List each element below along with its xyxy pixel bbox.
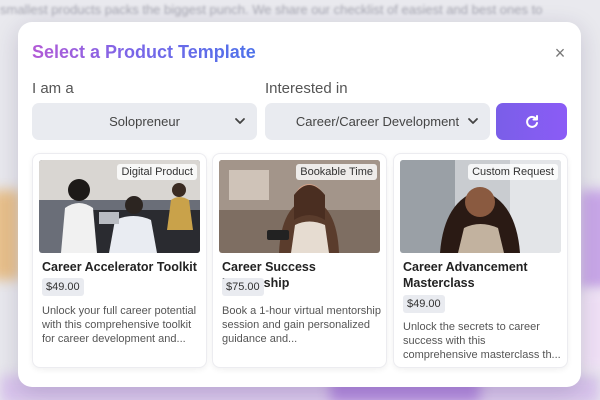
close-button[interactable]: ×	[551, 44, 569, 62]
refresh-icon	[525, 114, 538, 128]
product-title: Career Advancement Masterclass	[403, 260, 528, 290]
interest-select[interactable]: Career/Career Development	[265, 103, 490, 140]
product-description: Book a 1-hour virtual mentorship session…	[222, 305, 381, 345]
price-badge: $49.00	[403, 295, 445, 313]
iam-select[interactable]: Solopreneur	[32, 103, 257, 140]
background-text: smallest products packs the biggest punc…	[0, 2, 543, 17]
background-blob	[580, 290, 600, 370]
product-card[interactable]: Digital Product Career Accelerator Toolk…	[32, 153, 207, 368]
chevron-down-icon	[468, 118, 478, 124]
price-badge: $49.00	[42, 278, 84, 296]
interest-select-value: Career/Career Development	[295, 114, 460, 129]
product-type-badge: Digital Product	[117, 164, 197, 180]
price-badge: $75.00	[222, 278, 264, 296]
refresh-button[interactable]	[496, 103, 567, 140]
background-blob	[0, 190, 20, 280]
product-description: Unlock your full career potential with t…	[42, 305, 197, 345]
product-card[interactable]: Bookable Time Career Success Mentorship …	[212, 153, 387, 368]
chevron-down-icon	[235, 118, 245, 124]
product-image: Custom Request	[400, 160, 561, 253]
product-card[interactable]: Custom Request Career Advancement Master…	[393, 153, 568, 368]
product-type-badge: Custom Request	[468, 164, 558, 180]
product-template-modal: Select a Product Template × I am a Inter…	[18, 22, 581, 387]
close-icon: ×	[554, 43, 566, 63]
background-blob	[580, 190, 600, 290]
modal-title: Select a Product Template	[32, 42, 256, 62]
iam-select-value: Solopreneur	[109, 114, 180, 129]
product-title: Career Accelerator Toolkit	[42, 260, 197, 274]
iam-label: I am a	[32, 80, 74, 97]
product-image: Bookable Time	[219, 160, 380, 253]
interest-label: Interested in	[265, 80, 348, 97]
product-type-badge: Bookable Time	[296, 164, 377, 180]
product-description: Unlock the secrets to career success wit…	[403, 321, 561, 361]
product-image: Digital Product	[39, 160, 200, 253]
